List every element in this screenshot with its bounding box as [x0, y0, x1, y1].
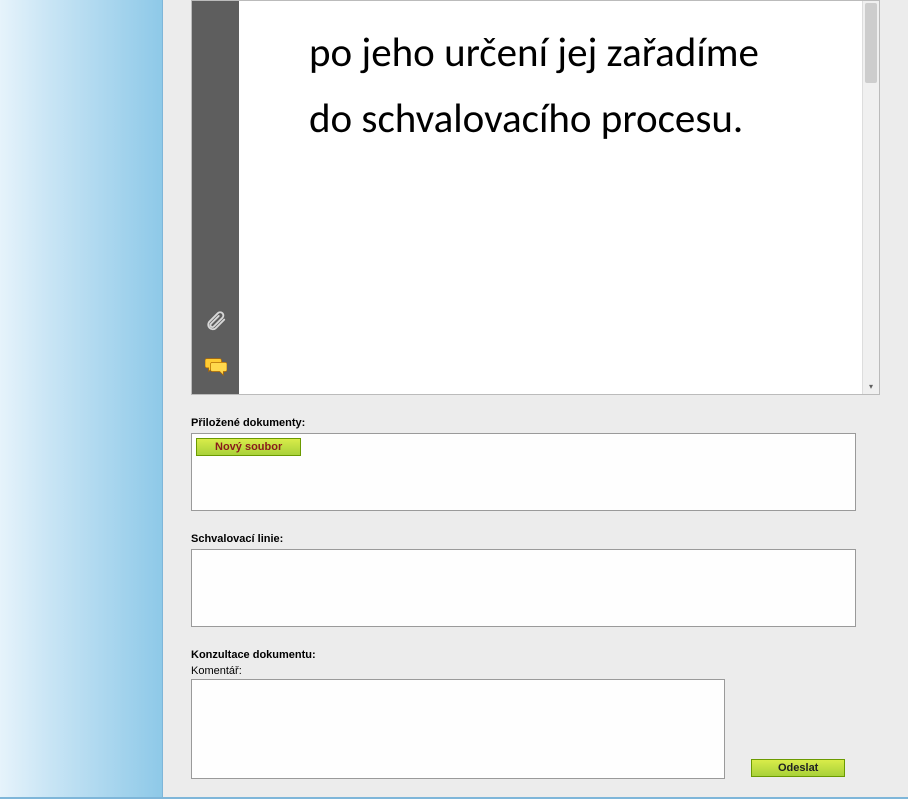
comment-label: Komentář:	[191, 665, 880, 677]
app-frame: po jeho určení jej zařadíme do schvalova…	[0, 0, 908, 799]
attachments-label: Přiložené dokumenty:	[191, 417, 880, 429]
scrollbar-thumb[interactable]	[865, 3, 877, 83]
send-button[interactable]: Odeslat	[751, 759, 845, 777]
approval-line-box	[191, 549, 856, 627]
attachments-box: Nový soubor	[191, 433, 856, 511]
document-viewer-sidebar	[192, 1, 239, 394]
document-viewer: po jeho určení jej zařadíme do schvalova…	[191, 0, 880, 395]
approval-line-section: Schvalovací linie:	[191, 533, 880, 627]
approval-line-label: Schvalovací linie:	[191, 533, 880, 545]
consultation-section: Konzultace dokumentu: Komentář: Odeslat	[191, 649, 880, 779]
scrollbar-down-arrow[interactable]: ▾	[863, 378, 879, 394]
comment-textarea[interactable]	[191, 679, 725, 779]
document-scrollbar[interactable]: ▾	[862, 1, 879, 394]
new-file-button[interactable]: Nový soubor	[196, 438, 301, 456]
main-content: po jeho určení jej zařadíme do schvalova…	[163, 0, 908, 797]
comment-row: Odeslat	[191, 679, 880, 779]
consultation-label: Konzultace dokumentu:	[191, 649, 880, 661]
attachment-icon[interactable]	[192, 310, 239, 332]
comment-icon[interactable]	[192, 356, 239, 376]
document-body-text: po jeho určení jej zařadíme do schvalova…	[239, 1, 862, 172]
attachments-section: Přiložené dokumenty: Nový soubor	[191, 417, 880, 511]
send-button-wrap: Odeslat	[751, 759, 845, 779]
document-page[interactable]: po jeho určení jej zařadíme do schvalova…	[239, 1, 862, 394]
left-nav-gradient	[0, 0, 163, 797]
